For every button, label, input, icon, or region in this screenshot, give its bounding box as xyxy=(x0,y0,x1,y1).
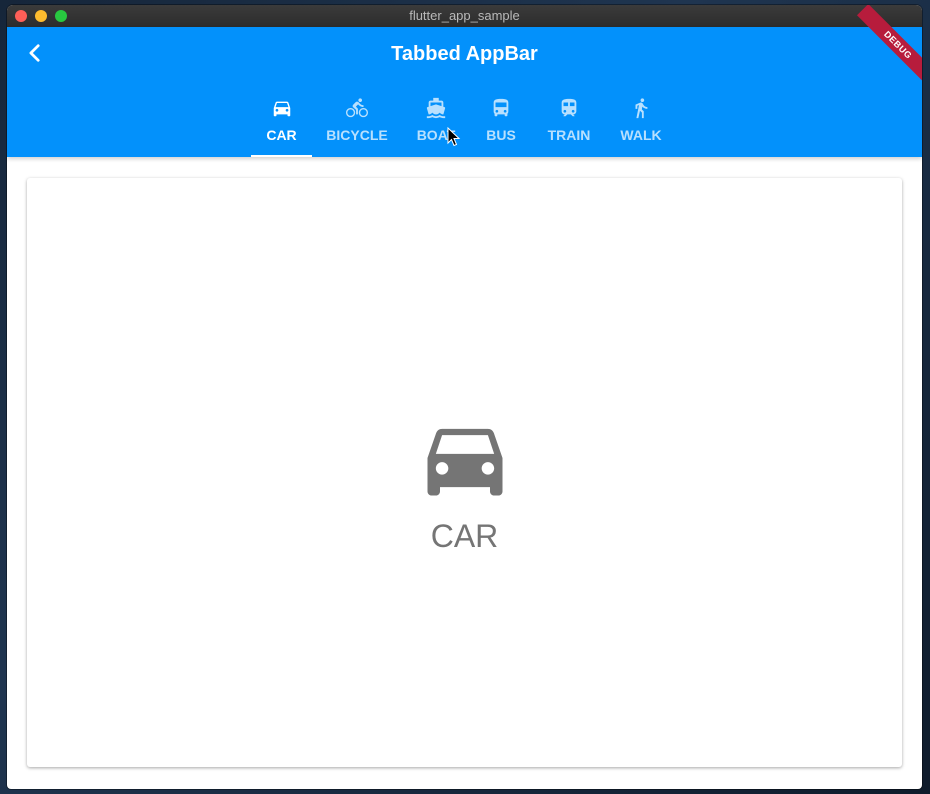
tab-train-label: TRAIN xyxy=(547,127,591,143)
app-bar: Tabbed AppBar DEBUG CAR BICYCLE BOAT BUS… xyxy=(7,5,922,157)
mouse-cursor-icon xyxy=(447,127,461,147)
window-titlebar: flutter_app_sample xyxy=(7,5,922,28)
content-label: CAR xyxy=(430,518,499,554)
tab-bicycle-label: BICYCLE xyxy=(326,127,388,143)
tab-train[interactable]: TRAIN xyxy=(545,89,593,157)
tab-bar: CAR BICYCLE BOAT BUS TRAIN WALK xyxy=(7,89,922,157)
bicycle-icon xyxy=(346,98,368,118)
tab-walk[interactable]: WALK xyxy=(619,89,663,157)
tab-bus[interactable]: BUS xyxy=(482,89,520,157)
train-icon xyxy=(561,98,577,117)
car-icon xyxy=(427,428,503,496)
active-tab-indicator xyxy=(251,155,312,157)
bus-icon xyxy=(493,98,509,117)
tab-bus-label: BUS xyxy=(486,127,516,143)
tab-walk-label: WALK xyxy=(620,127,662,143)
tab-content-card: CAR xyxy=(27,178,902,767)
boat-icon xyxy=(426,97,446,119)
tab-bicycle[interactable]: BICYCLE xyxy=(325,89,389,157)
app-window: flutter_app_sample Tabbed AppBar DEBUG C… xyxy=(7,5,922,789)
walk-icon xyxy=(635,98,648,119)
car-icon xyxy=(273,101,290,117)
page-title: Tabbed AppBar xyxy=(391,43,538,65)
tab-car-label: CAR xyxy=(266,127,297,143)
window-title: flutter_app_sample xyxy=(409,8,520,23)
tab-car[interactable]: CAR xyxy=(251,89,312,157)
